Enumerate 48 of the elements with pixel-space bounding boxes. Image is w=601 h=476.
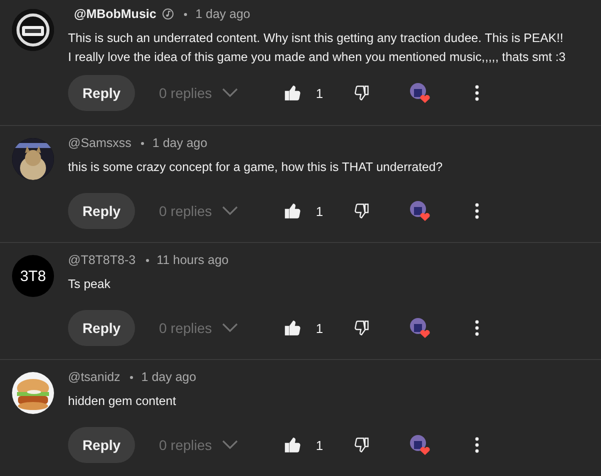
replies-count: 0 replies <box>159 85 212 101</box>
comment-time: 1 day ago <box>152 136 208 150</box>
more-options-icon[interactable] <box>475 203 480 219</box>
comment-text: I really love the idea of this game you made and when you mentioned music,,,,, thats smt :3 <box>68 49 567 66</box>
dot-icon <box>141 142 144 144</box>
chevron-down-icon[interactable] <box>222 323 238 333</box>
like-count: 1 <box>316 438 324 452</box>
reply-button[interactable]: Reply <box>68 75 135 111</box>
like-button[interactable] <box>284 84 302 102</box>
comment-time: 1 day ago <box>141 370 196 384</box>
comment-text: hidden gem content <box>68 393 178 410</box>
dislike-button[interactable] <box>353 436 372 454</box>
reply-button[interactable]: Reply <box>68 427 135 463</box>
like-count: 1 <box>316 320 324 336</box>
chevron-down-icon[interactable] <box>222 206 238 216</box>
dislike-button[interactable] <box>353 202 372 220</box>
avatar-initials: 3T8 <box>20 268 46 284</box>
more-options-icon[interactable] <box>475 437 480 453</box>
dot-icon <box>146 258 149 262</box>
like-count: 1 <box>316 86 324 100</box>
author-name[interactable]: @MBobMusic <box>68 7 156 21</box>
chevron-down-icon[interactable] <box>222 88 238 98</box>
avatar[interactable]: 3T8 <box>12 255 54 297</box>
more-options-icon[interactable] <box>475 85 480 101</box>
dislike-button[interactable] <box>353 84 372 102</box>
more-options-icon[interactable] <box>475 320 480 336</box>
author-name[interactable]: @T8T8T8-3 <box>68 253 136 267</box>
replies-count: 0 replies <box>159 203 212 219</box>
chevron-down-icon[interactable] <box>222 440 238 450</box>
comment-time: 1 day ago <box>195 7 250 21</box>
comment-time: 11 hours ago <box>156 253 229 267</box>
comment-text: Ts peak <box>68 276 112 293</box>
music-note-icon <box>162 8 174 20</box>
reply-button[interactable]: Reply <box>68 310 135 346</box>
author-name[interactable]: @tsanidz <box>68 370 120 384</box>
like-count: 1 <box>316 204 324 218</box>
dislike-button[interactable] <box>353 319 372 337</box>
author-name[interactable]: @Samsxss <box>68 136 132 150</box>
like-button[interactable] <box>284 319 302 337</box>
comment-text: This is such an underrated content. Why isnt this getting any traction dudee. This is PEAK!! <box>68 30 564 47</box>
replies-count: 0 replies <box>159 437 212 453</box>
reply-button[interactable]: Reply <box>68 193 135 229</box>
dot-icon <box>184 12 188 16</box>
comment-text: this is some crazy concept for a game, how this is THAT underrated? <box>68 159 444 176</box>
replies-count: 0 replies <box>159 320 212 336</box>
dot-icon <box>130 376 134 378</box>
like-button[interactable] <box>284 436 302 454</box>
like-button[interactable] <box>284 202 302 220</box>
